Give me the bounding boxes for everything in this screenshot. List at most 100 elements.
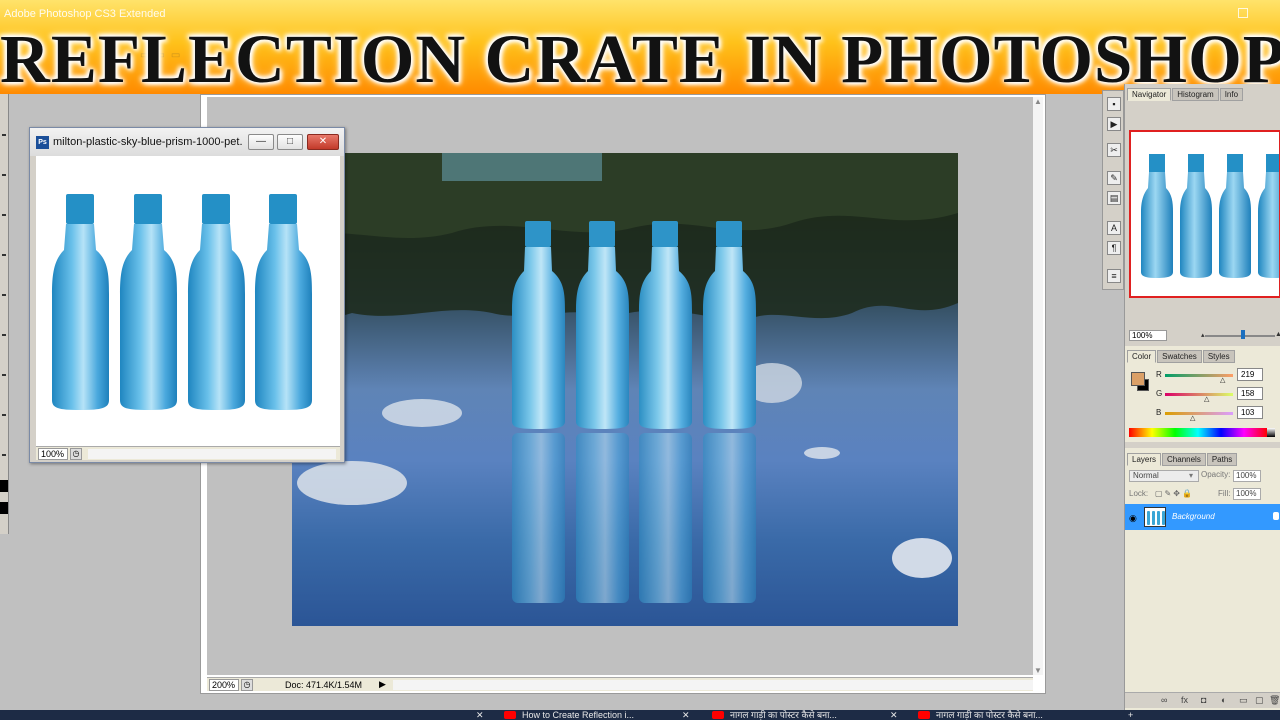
canvas-image[interactable] bbox=[292, 153, 958, 626]
photoshop-file-icon: Ps bbox=[36, 135, 49, 149]
navigator-zoom-slider[interactable] bbox=[1205, 335, 1275, 337]
tool-icon[interactable] bbox=[2, 254, 6, 256]
tool-icon[interactable] bbox=[2, 134, 6, 136]
status-arrow-icon[interactable]: ▶ bbox=[379, 679, 386, 690]
tool-icon[interactable] bbox=[2, 454, 6, 456]
window-title: milton-plastic-sky-blue-prism-1000-pet..… bbox=[53, 136, 243, 148]
actions-dock-icon[interactable]: ▶ bbox=[1107, 117, 1121, 131]
banner-title: REFLECTION CRATE IN PHOTOSHOP bbox=[0, 21, 1280, 94]
layer-thumbnail bbox=[1144, 507, 1166, 527]
background-swatch-icon[interactable] bbox=[0, 502, 8, 514]
blue-value-field[interactable]: 103 bbox=[1237, 406, 1263, 419]
green-value-field[interactable]: 158 bbox=[1237, 387, 1263, 400]
tool-icon[interactable] bbox=[2, 294, 6, 296]
brushes-icon[interactable]: ✎ bbox=[1107, 171, 1121, 185]
zoom-field[interactable]: 200% bbox=[209, 678, 239, 691]
minimize-button[interactable]: — bbox=[248, 134, 274, 150]
blue-slider-thumb[interactable]: △ bbox=[1190, 414, 1195, 422]
navigator-dock-icon[interactable]: ▪ bbox=[1107, 97, 1121, 111]
horizontal-scrollbar[interactable] bbox=[393, 680, 1033, 690]
tool-icon[interactable] bbox=[2, 374, 6, 376]
new-tab-icon[interactable]: + bbox=[1128, 711, 1133, 720]
scroll-up-icon[interactable]: ▲ bbox=[1034, 97, 1042, 106]
fill-label: Fill: bbox=[1218, 489, 1231, 498]
tab-info[interactable]: Info bbox=[1219, 88, 1244, 101]
tool-icon[interactable] bbox=[2, 334, 6, 336]
taskbar-item[interactable]: How to Create Reflection i... bbox=[504, 711, 634, 720]
panel-dock-icons[interactable]: ▪ ▶ ✂ ✎ ▤ A ¶ ≡ bbox=[1102, 90, 1124, 290]
zoom-in-icon[interactable]: ▲ bbox=[1275, 331, 1280, 338]
color-spectrum-bar[interactable] bbox=[1129, 428, 1267, 437]
channel-label-r: R bbox=[1156, 370, 1162, 379]
close-icon[interactable]: ✕ bbox=[476, 711, 484, 720]
foreground-swatch-icon[interactable] bbox=[0, 480, 8, 492]
layer-mask-icon[interactable]: ◘ bbox=[1201, 695, 1206, 705]
tool-icon[interactable] bbox=[2, 414, 6, 416]
document-info: Doc: 471.4K/1.54M bbox=[285, 679, 363, 690]
tools-panel[interactable] bbox=[0, 94, 9, 534]
tab-swatches[interactable]: Swatches bbox=[1157, 350, 1202, 363]
clone-source-icon[interactable]: ▤ bbox=[1107, 191, 1121, 205]
opacity-field[interactable]: 100% bbox=[1233, 470, 1261, 482]
layers-tabs: Layers Channels Paths bbox=[1127, 453, 1238, 466]
tab-navigator[interactable]: Navigator bbox=[1127, 88, 1172, 101]
color-tabs: Color Swatches Styles bbox=[1127, 350, 1235, 363]
tab-color[interactable]: Color bbox=[1127, 350, 1157, 363]
zoom-out-icon[interactable]: ▴ bbox=[1201, 331, 1205, 339]
tab-layers[interactable]: Layers bbox=[1127, 453, 1162, 466]
tab-paths[interactable]: Paths bbox=[1206, 453, 1238, 466]
layer-row[interactable]: ◉ Background bbox=[1125, 504, 1280, 530]
tab-histogram[interactable]: Histogram bbox=[1172, 88, 1219, 101]
tab-channels[interactable]: Channels bbox=[1162, 453, 1206, 466]
paragraph-icon[interactable]: ¶ bbox=[1107, 241, 1121, 255]
secondary-canvas[interactable] bbox=[36, 156, 340, 446]
navigator-preview[interactable] bbox=[1129, 130, 1280, 298]
black-white-ramp[interactable] bbox=[1267, 428, 1275, 437]
lock-options-icon[interactable]: ▢✎✥🔒 bbox=[1155, 489, 1194, 498]
status-menu-icon[interactable]: ◷ bbox=[241, 678, 253, 691]
blue-slider[interactable] bbox=[1165, 412, 1233, 415]
reflection-group bbox=[512, 433, 756, 603]
secondary-document-window[interactable]: Ps milton-plastic-sky-blue-prism-1000-pe… bbox=[29, 127, 345, 463]
window-titlebar[interactable]: Ps milton-plastic-sky-blue-prism-1000-pe… bbox=[30, 128, 344, 156]
green-slider-thumb[interactable]: △ bbox=[1204, 395, 1209, 403]
tool-icon[interactable] bbox=[2, 214, 6, 216]
opacity-label: Opacity: bbox=[1201, 470, 1231, 479]
layer-style-icon[interactable]: fx bbox=[1181, 695, 1188, 705]
tab-styles[interactable]: Styles bbox=[1202, 350, 1235, 363]
title-banner: Adobe Photoshop CS3 Extended ▭ ▭ ▭ REFLECT… bbox=[0, 0, 1280, 94]
tool-icon[interactable] bbox=[2, 174, 6, 176]
close-icon[interactable]: ✕ bbox=[890, 711, 898, 720]
taskbar-item[interactable]: नागल गाड़ी का पोस्टर कैसे बना... bbox=[918, 711, 1043, 720]
new-group-icon[interactable]: ▭ bbox=[1239, 695, 1248, 706]
link-layers-icon[interactable]: ∞ bbox=[1161, 695, 1167, 705]
fill-field[interactable]: 100% bbox=[1233, 488, 1261, 500]
layer-comps-icon[interactable]: ≡ bbox=[1107, 269, 1121, 283]
maximize-button[interactable]: □ bbox=[277, 134, 303, 150]
close-button[interactable]: ✕ bbox=[307, 134, 339, 150]
tool-presets-icon[interactable]: ✂ bbox=[1107, 143, 1121, 157]
horizontal-scrollbar[interactable] bbox=[88, 448, 336, 459]
new-layer-icon[interactable]: ▢ bbox=[1255, 695, 1264, 706]
red-value-field[interactable]: 219 bbox=[1237, 368, 1263, 381]
delete-layer-icon[interactable]: 🗑 bbox=[1269, 695, 1280, 706]
character-icon[interactable]: A bbox=[1107, 221, 1121, 235]
scroll-down-icon[interactable]: ▼ bbox=[1034, 666, 1042, 675]
adjustment-layer-icon[interactable]: ◐ bbox=[1221, 695, 1226, 705]
chevron-down-icon[interactable]: ▾ bbox=[1189, 471, 1193, 480]
status-menu-icon[interactable]: ◷ bbox=[70, 447, 82, 460]
zoom-field[interactable]: 100% bbox=[38, 447, 68, 460]
layer-name: Background bbox=[1172, 512, 1215, 521]
maximize-button[interactable] bbox=[1238, 8, 1248, 18]
vertical-scrollbar[interactable]: ▲ ▼ bbox=[1033, 97, 1043, 675]
navigator-zoom-field[interactable]: 100% bbox=[1129, 330, 1167, 341]
close-icon[interactable]: ✕ bbox=[682, 711, 690, 720]
eye-icon[interactable]: ◉ bbox=[1129, 513, 1137, 524]
green-slider[interactable] bbox=[1165, 393, 1233, 396]
zoom-slider-thumb[interactable] bbox=[1241, 330, 1245, 339]
taskbar-item[interactable]: नागल गाड़ी का पोस्टर कैसे बना... bbox=[712, 711, 837, 720]
lock-label: Lock: bbox=[1129, 489, 1149, 498]
foreground-color-swatch[interactable] bbox=[1131, 372, 1145, 386]
app-title: Adobe Photoshop CS3 Extended bbox=[4, 8, 166, 20]
red-slider-thumb[interactable]: △ bbox=[1220, 376, 1225, 384]
